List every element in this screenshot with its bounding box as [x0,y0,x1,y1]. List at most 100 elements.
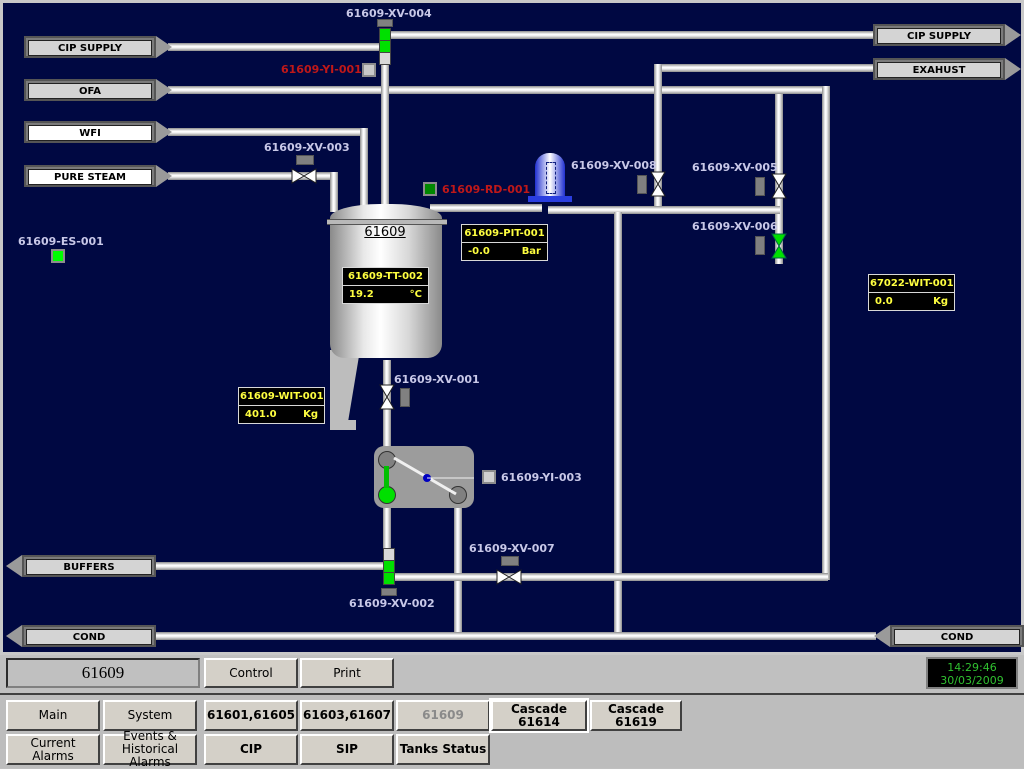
nav-61609[interactable]: 61609 [396,700,490,731]
connector-ofa[interactable]: OFA [24,79,172,101]
control-button[interactable]: Control [204,658,298,688]
nav-events-historical-alarms[interactable]: Events & Historical Alarms [103,730,197,769]
divert-link [393,456,474,496]
tag-es-001: 61609-ES-001 [18,235,104,248]
display-value: 19.2 [349,289,374,300]
indicator-yi-003[interactable] [482,470,496,484]
tag-xv-008: 61609-XV-008 [571,159,657,172]
tag-yi-001: 61609-YI-001 [281,63,362,76]
nav-main[interactable]: Main [6,700,100,731]
valve-actuator [400,388,410,407]
clock-time: 14:29:46 [947,661,997,674]
pipe [168,43,384,51]
nav-sip[interactable]: SIP [300,734,394,765]
valve-xv-005[interactable] [771,173,787,199]
connector-label: COND [26,629,152,645]
arrow-right-icon [156,165,172,187]
arrow-left-icon [6,625,22,647]
display-tt-002[interactable]: 61609-TT-002 19.2 °C [342,267,429,304]
pipe [548,206,780,214]
pipe [822,86,830,580]
display-unit: Bar [521,246,541,257]
display-value: -0.0 [468,246,490,257]
arrow-right-icon [1005,24,1021,46]
connector-exhaust[interactable]: EXAHUST [873,58,1021,80]
valve-actuator [755,236,765,255]
unit-label: 61609 [6,658,200,688]
display-unit: °C [409,289,422,300]
indicator-es-001[interactable] [51,249,65,263]
pipe [381,60,389,208]
display-tag: 61609-TT-002 [343,268,428,286]
connector-pure-steam[interactable]: PURE STEAM [24,165,172,187]
valve-actuator [381,588,397,596]
valve-xv-007[interactable] [496,569,522,585]
display-unit: Kg [303,409,318,420]
print-button[interactable]: Print [300,658,394,688]
pipe [656,64,874,72]
pipe [390,31,874,39]
display-tag: 67022-WIT-001 [869,275,954,293]
pipe [454,505,462,635]
nav-61603-61607[interactable]: 61603,61607 [300,700,394,731]
connector-cip-supply-in[interactable]: CIP SUPPLY [24,36,172,58]
tag-xv-007: 61609-XV-007 [469,542,555,555]
arrow-right-icon [1005,58,1021,80]
nav-current-alarms[interactable]: Current Alarms [6,734,100,765]
nav-tanks-status[interactable]: Tanks Status [396,734,490,765]
tag-xv-005: 61609-XV-005 [692,161,778,174]
display-unit: Kg [933,296,948,307]
rupture-disc-element [546,162,556,194]
valve-xv-003[interactable] [291,168,317,184]
tag-xv-006: 61609-XV-006 [692,220,778,233]
pipe [392,573,828,581]
pipe [152,562,384,570]
display-tag: 61609-PIT-001 [462,225,547,243]
valve-xv-008[interactable] [650,171,666,197]
pipe [168,128,366,136]
valve-actuator [296,155,314,165]
arrow-left-icon [6,555,22,577]
nav-cascade-61614[interactable]: Cascade 61614 [489,698,589,733]
pipe [152,632,876,640]
nav-cascade-61619[interactable]: Cascade 61619 [590,700,682,731]
connector-label: CIP SUPPLY [877,28,1001,44]
connector-label: PURE STEAM [28,169,152,185]
connector-buffers[interactable]: BUFFERS [6,555,156,577]
pipe [168,86,828,94]
valve-xv-004[interactable] [379,28,391,65]
pipe [430,204,542,212]
nav-61601-61605[interactable]: 61601,61605 [204,700,298,731]
valve-actuator [377,19,393,27]
tag-yi-003: 61609-YI-003 [501,471,582,484]
pipe [383,505,391,550]
connector-wfi[interactable]: WFI [24,121,172,143]
nav-system[interactable]: System [103,700,197,731]
pipe [360,128,368,208]
valve-xv-001[interactable] [379,384,395,410]
connector-label: OFA [28,83,152,99]
connector-label: CIP SUPPLY [28,40,152,56]
valve-xv-006[interactable] [771,233,787,259]
display-wit-001[interactable]: 61609-WIT-001 401.0 Kg [238,387,325,424]
display-value: 401.0 [245,409,277,420]
connector-cond-right[interactable]: COND [874,625,1024,647]
display-tag: 61609-WIT-001 [239,388,324,406]
display-67022-wit-001[interactable]: 67022-WIT-001 0.0 Kg [868,274,955,311]
indicator-yi-001[interactable] [362,63,376,77]
display-pit-001[interactable]: 61609-PIT-001 -0.0 Bar [461,224,548,261]
indicator-rd-001[interactable] [423,182,437,196]
arrow-right-icon [156,121,172,143]
connector-label: EXAHUST [877,62,1001,78]
clock: 14:29:46 30/03/2009 [926,657,1018,689]
connector-label: COND [894,629,1020,645]
arrow-left-icon [874,625,890,647]
nav-cip[interactable]: CIP [204,734,298,765]
arrow-right-icon [156,36,172,58]
connector-label: WFI [28,125,152,141]
connector-label: BUFFERS [26,559,152,575]
clock-date: 30/03/2009 [940,674,1004,687]
connector-cond-left[interactable]: COND [6,625,156,647]
valve-xv-002[interactable] [383,548,395,585]
connector-cip-supply-out[interactable]: CIP SUPPLY [873,24,1021,46]
